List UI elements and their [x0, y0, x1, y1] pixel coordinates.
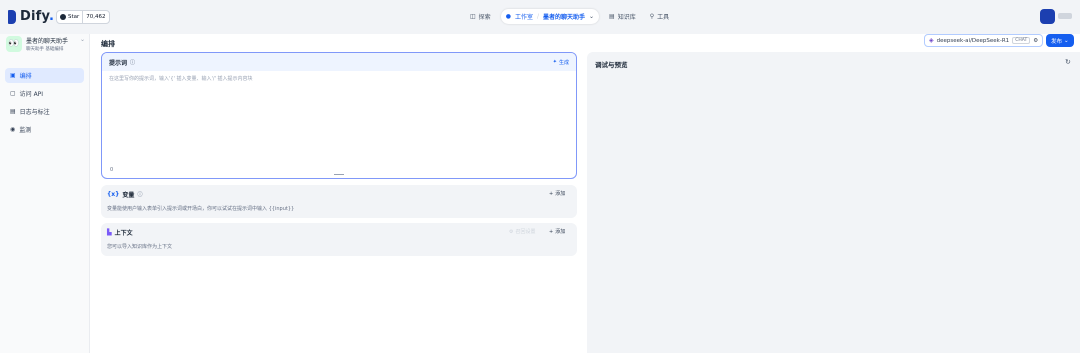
add-variable-button[interactable]: + 添加	[549, 190, 566, 198]
plus-icon: +	[549, 190, 554, 197]
top-bar: Dify. Star 70,462 ◫ 探索 ● 工作室 / 墨者的聊天助手 ⌄…	[0, 0, 1080, 34]
context-label: 上下文	[114, 230, 133, 237]
github-icon	[60, 14, 66, 20]
prompt-placeholder[interactable]: 在这里写你的提示词，输入'{' 插入变量、输入'/' 插入提示内容块	[109, 75, 253, 82]
app-info-card[interactable]: 👀 墨者的聊天助手 聊天助手 基础编排 ⌄	[6, 34, 86, 56]
debug-preview-panel: 调试与预览 ↻	[587, 52, 1080, 353]
refresh-icon[interactable]: ↻	[1065, 58, 1071, 66]
help-icon[interactable]: ⓘ	[130, 59, 135, 66]
nav-tools-label: 工具	[657, 14, 670, 21]
explore-icon: ◫	[470, 13, 476, 20]
knowledge-icon: ▤	[609, 13, 615, 20]
generate-prompt-button[interactable]: ✦ 生成	[553, 59, 569, 66]
nav-knowledge-label: 知识库	[617, 14, 636, 21]
nav-separator: /	[536, 13, 539, 20]
publish-button[interactable]: 发布 ⌄	[1046, 34, 1074, 47]
github-star-count: 70,462	[86, 14, 106, 20]
monitor-icon: ◉	[10, 126, 16, 133]
tools-icon: ⚲	[649, 13, 655, 20]
sidebar-menu: ▣ 编排 ▢ 访问 API ▤ 日志与标注 ◉ 监测	[5, 68, 84, 140]
app-name: 墨者的聊天助手	[26, 38, 69, 45]
sidebar-item-label: 访问 API	[19, 91, 44, 98]
prompt-header: 提示词 ⓘ ✦ 生成	[102, 53, 576, 71]
document-icon: ▙	[107, 229, 112, 236]
resize-handle[interactable]	[334, 174, 344, 176]
current-app-name[interactable]: 墨者的聊天助手	[543, 12, 585, 21]
model-name: deepseek-ai/DeepSeek-R1	[936, 37, 1010, 44]
variable-icon: {x}	[107, 191, 120, 198]
nav-studio-label: 工作室	[514, 14, 533, 21]
sidebar-item-label: 编排	[19, 73, 32, 80]
prompt-char-count: 0	[110, 167, 114, 173]
logo-text: Dify	[20, 9, 49, 24]
logs-icon: ▤	[10, 108, 16, 115]
sparkle-icon: ✦	[552, 59, 557, 65]
github-star-button[interactable]: Star 70,462	[56, 10, 110, 24]
preview-title: 调试与预览	[595, 61, 628, 69]
chevron-down-icon[interactable]: ⌄	[80, 36, 85, 43]
context-section: ▙ 上下文 ⚙ 召回设置 + 添加 您可以导入知识库作为上下文	[101, 223, 577, 256]
main-area: 编排 ◈ deepseek-ai/DeepSeek-R1 CHAT ⚙ 发布 ⌄…	[90, 34, 1080, 353]
sidebar-item-api[interactable]: ▢ 访问 API	[5, 86, 84, 101]
user-avatar[interactable]	[1040, 9, 1055, 24]
variables-description: 变量能使用户输入表单引入提示词或开场白，你可以试试在提示词中输入 {{input…	[107, 206, 295, 212]
help-icon[interactable]: ⓘ	[137, 191, 142, 198]
app-sidebar: 👀 墨者的聊天助手 聊天助手 基础编排 ⌄ ▣ 编排 ▢ 访问 API ▤ 日志…	[0, 34, 90, 353]
api-icon: ▢	[10, 90, 16, 97]
sidebar-item-label: 监测	[19, 127, 32, 134]
nav-knowledge[interactable]: ▤ 知识库	[605, 9, 640, 24]
chevron-down-icon: ⌄	[1064, 37, 1069, 44]
recall-settings-button[interactable]: ⚙ 召回设置	[509, 228, 536, 236]
studio-icon: ●	[505, 13, 511, 20]
model-selector[interactable]: ◈ deepseek-ai/DeepSeek-R1 CHAT ⚙	[924, 34, 1044, 47]
sidebar-item-orchestrate[interactable]: ▣ 编排	[5, 68, 84, 83]
app-mode: 基础编排	[45, 47, 64, 52]
context-description: 您可以导入知识库作为上下文	[107, 244, 173, 250]
publish-label: 发布	[1051, 38, 1063, 45]
add-label: 添加	[555, 229, 566, 235]
chevron-down-icon[interactable]: ⌄	[589, 13, 594, 20]
orchestrate-icon: ▣	[10, 72, 16, 79]
page-title: 编排	[101, 40, 115, 48]
nav-explore-label: 探索	[478, 14, 491, 21]
model-provider-icon: ◈	[929, 37, 934, 44]
nav-studio[interactable]: ● 工作室 / 墨者的聊天助手 ⌄	[500, 9, 600, 24]
recall-label: 召回设置	[515, 229, 536, 235]
model-mode-badge: CHAT	[1012, 37, 1031, 44]
main-nav: ◫ 探索 ● 工作室 / 墨者的聊天助手 ⌄ ▤ 知识库 ⚲ 工具	[466, 9, 673, 24]
prompt-label: 提示词	[109, 59, 128, 67]
nav-tools[interactable]: ⚲ 工具	[646, 9, 673, 24]
add-context-button[interactable]: + 添加	[549, 228, 566, 236]
app-type: 聊天助手	[26, 47, 44, 52]
nav-explore[interactable]: ◫ 探索	[466, 9, 495, 24]
generate-label: 生成	[558, 59, 569, 66]
logo-mark-icon	[8, 9, 16, 24]
dify-logo[interactable]: Dify.	[8, 9, 54, 24]
variables-section: {x} 变量 ⓘ + 添加 变量能使用户输入表单引入提示词或开场白，你可以试试在…	[101, 185, 577, 218]
sidebar-item-label: 日志与标注	[19, 109, 50, 116]
model-settings-icon[interactable]: ⚙	[1033, 38, 1038, 44]
settings-icon: ⚙	[509, 228, 514, 235]
config-panel: 提示词 ⓘ ✦ 生成 在这里写你的提示词，输入'{' 插入变量、输入'/' 插入…	[90, 52, 587, 353]
prompt-editor[interactable]: 提示词 ⓘ ✦ 生成 在这里写你的提示词，输入'{' 插入变量、输入'/' 插入…	[101, 52, 577, 179]
app-avatar-icon: 👀	[6, 36, 22, 52]
add-label: 添加	[555, 191, 566, 197]
logo-suffix: .	[48, 9, 55, 24]
plus-icon: +	[549, 228, 554, 235]
sidebar-item-monitor[interactable]: ◉ 监测	[5, 122, 84, 137]
variables-label: 变量	[122, 192, 135, 199]
sidebar-item-logs[interactable]: ▤ 日志与标注	[5, 104, 84, 119]
user-name-blurred[interactable]	[1058, 13, 1072, 19]
github-star-label: Star	[68, 14, 80, 20]
